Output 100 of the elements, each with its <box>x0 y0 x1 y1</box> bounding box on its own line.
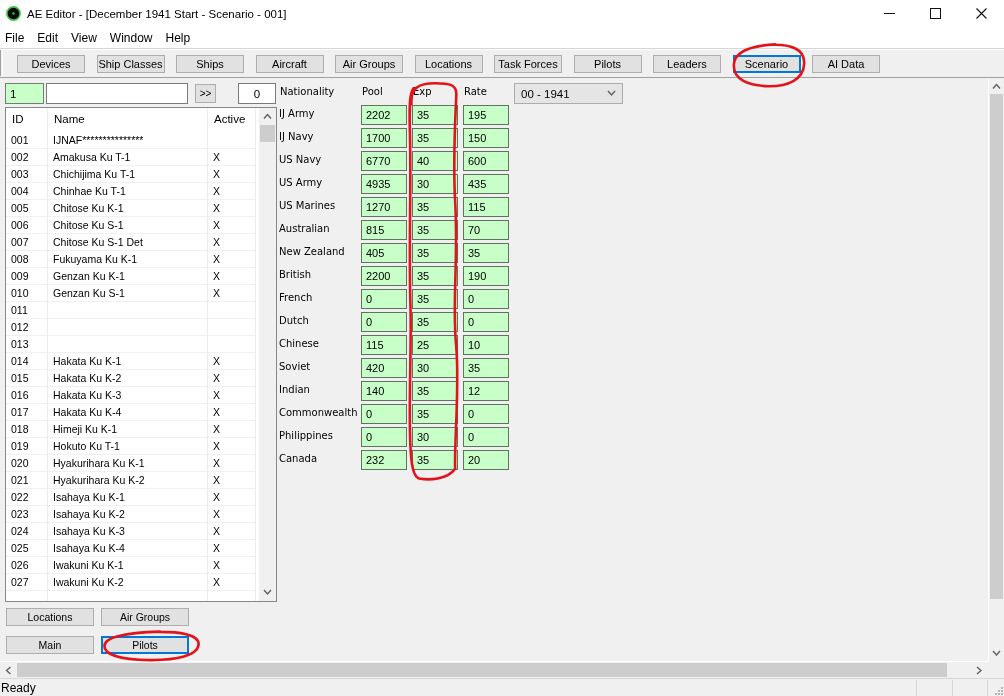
number-field[interactable]: 0 <box>361 404 407 424</box>
menu-item[interactable]: Help <box>160 29 196 46</box>
number-field[interactable]: 195 <box>463 105 509 125</box>
resize-grip-icon[interactable] <box>995 686 1003 695</box>
number-field[interactable]: 4935 <box>361 174 407 194</box>
number-field[interactable]: 2200 <box>361 266 407 286</box>
chevron-down-icon[interactable] <box>607 90 616 97</box>
number-field[interactable]: 435 <box>463 174 509 194</box>
app-icon <box>6 6 21 21</box>
toolbar-button[interactable]: AI Data <box>812 55 880 73</box>
number-field[interactable]: 115 <box>463 197 509 217</box>
year-dropdown[interactable]: 00 - 1941 <box>514 83 623 104</box>
table-cell-text: 011 <box>10 303 29 318</box>
number-field[interactable]: 10 <box>463 335 509 355</box>
number-field[interactable]: 1700 <box>361 128 407 148</box>
go-button[interactable]: >> <box>195 84 216 103</box>
number-field[interactable]: 35 <box>412 381 458 401</box>
number-field[interactable]: 815 <box>361 220 407 240</box>
number-field[interactable]: 420 <box>361 358 407 378</box>
number-field[interactable]: 0 <box>463 289 509 309</box>
number-field[interactable]: 0 <box>361 312 407 332</box>
chevron-left-icon[interactable] <box>5 665 12 675</box>
column-header[interactable]: Name <box>48 108 208 132</box>
column-header: Rate <box>463 85 488 99</box>
table-cell-text: 003 <box>10 167 30 182</box>
table-cell-text: Himeji Ku K-1 <box>52 422 119 437</box>
number-field[interactable]: 35 <box>463 243 509 263</box>
nationality-label: Dutch <box>279 314 310 328</box>
table-cell-text: Hakata Ku K-4 <box>52 405 123 420</box>
number-field[interactable]: 12 <box>463 381 509 401</box>
text-field[interactable] <box>46 83 188 104</box>
menu-item[interactable]: File <box>0 29 30 46</box>
toolbar-button[interactable]: Ships <box>176 55 244 73</box>
number-field[interactable]: 0 <box>463 312 509 332</box>
toolbar-button[interactable]: Aircraft <box>255 55 324 73</box>
menu-item[interactable]: View <box>66 29 102 46</box>
number-field[interactable]: 0 <box>463 427 509 447</box>
menu-item[interactable]: Edit <box>32 29 64 46</box>
scrollbar-thumb[interactable] <box>260 125 275 142</box>
panel-button[interactable]: Main <box>6 636 94 654</box>
number-field[interactable]: 0 <box>361 289 407 309</box>
number-field[interactable]: 35 <box>412 243 458 263</box>
page-scrollbar[interactable] <box>988 78 1004 661</box>
number-field[interactable]: 232 <box>361 450 407 470</box>
number-field[interactable]: 25 <box>412 335 458 355</box>
id-field[interactable]: 1 <box>5 83 44 104</box>
number-field[interactable]: 35 <box>412 312 458 332</box>
panel-button[interactable]: Pilots <box>101 636 189 654</box>
number-field[interactable]: 6770 <box>361 151 407 171</box>
column-header[interactable]: Active <box>208 108 256 132</box>
number-field[interactable]: 0 <box>463 404 509 424</box>
number-field[interactable]: 140 <box>361 381 407 401</box>
number-field[interactable]: 35 <box>463 358 509 378</box>
panel-button[interactable]: Locations <box>6 608 94 626</box>
number-field[interactable]: 35 <box>412 266 458 286</box>
toolbar-button[interactable]: Pilots <box>573 55 642 73</box>
scrollbar-thumb[interactable] <box>990 94 1003 599</box>
number-field[interactable]: 70 <box>463 220 509 240</box>
panel-button[interactable]: Air Groups <box>101 608 189 626</box>
chevron-right-icon[interactable] <box>976 665 983 675</box>
number-field[interactable]: 35 <box>412 289 458 309</box>
number-field[interactable]: 20 <box>463 450 509 470</box>
toolbar-button[interactable]: Scenario <box>732 55 801 73</box>
horizontal-scrollbar[interactable] <box>0 661 988 678</box>
number-field[interactable]: 35 <box>412 105 458 125</box>
column-header[interactable]: ID <box>6 108 48 132</box>
toolbar-button[interactable]: Air Groups <box>335 55 403 73</box>
number-field[interactable]: 150 <box>463 128 509 148</box>
menu-item[interactable]: Window <box>104 29 158 46</box>
chevron-down-icon[interactable] <box>263 589 272 596</box>
status-text: Ready <box>0 680 37 695</box>
toolbar-button[interactable]: Task Forces <box>494 55 562 73</box>
number-field[interactable]: 115 <box>361 335 407 355</box>
chevron-up-icon[interactable] <box>992 82 1001 90</box>
number-field[interactable]: 405 <box>361 243 407 263</box>
number-field[interactable]: 1270 <box>361 197 407 217</box>
scrollbar-thumb[interactable] <box>17 663 947 677</box>
table-cell-text: Iwakuni Ku K-2 <box>52 575 125 590</box>
number-field[interactable]: 30 <box>412 427 458 447</box>
number-field[interactable]: 190 <box>463 266 509 286</box>
toolbar-button[interactable]: Ship Classes <box>96 55 165 73</box>
number-field[interactable]: 35 <box>412 128 458 148</box>
number-field[interactable]: 40 <box>412 151 458 171</box>
number-field[interactable]: 30 <box>412 174 458 194</box>
number-field[interactable]: 0 <box>361 427 407 447</box>
toolbar-button[interactable]: Leaders <box>653 55 721 73</box>
table-cell-text: Chitose Ku S-1 <box>52 218 125 233</box>
chevron-down-icon[interactable] <box>992 649 1001 657</box>
number-field[interactable]: 35 <box>412 450 458 470</box>
list-scrollbar[interactable] <box>259 108 276 601</box>
number-field[interactable]: 600 <box>463 151 509 171</box>
number-field[interactable]: 30 <box>412 358 458 378</box>
toolbar-button[interactable]: Devices <box>17 55 85 73</box>
toolbar-button[interactable]: Locations <box>414 55 483 73</box>
number-field[interactable]: 35 <box>412 197 458 217</box>
number-field[interactable]: 2202 <box>361 105 407 125</box>
number-field[interactable]: 35 <box>412 220 458 240</box>
count-field[interactable]: 0 <box>238 83 276 104</box>
number-field[interactable]: 35 <box>412 404 458 424</box>
chevron-up-icon[interactable] <box>263 113 272 120</box>
